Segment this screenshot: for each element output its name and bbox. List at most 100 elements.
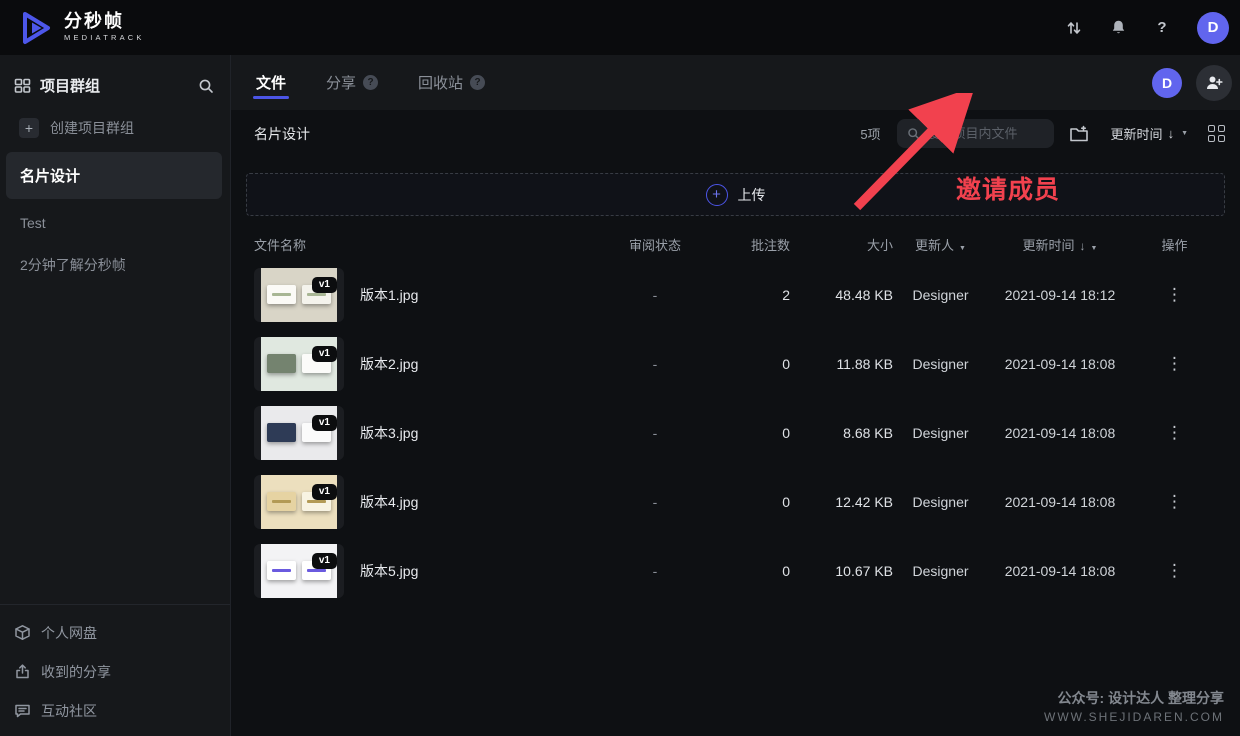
updated-by: Designer [893, 563, 988, 579]
comment-count: 0 [735, 563, 790, 579]
file-name[interactable]: 版本1.jpg [360, 285, 418, 305]
sidebar-title: 项目群组 [40, 75, 189, 96]
notifications-bell-icon[interactable] [1109, 19, 1127, 37]
file-thumbnail[interactable]: v1 [254, 268, 344, 322]
col-header-comments: 批注数 [735, 235, 790, 254]
comment-count: 0 [735, 356, 790, 372]
sidebar-item-tutorial[interactable]: 2分钟了解分秒帧 [0, 243, 230, 287]
row-actions-button[interactable]: ⋮ [1160, 423, 1189, 442]
brand-logo[interactable]: 分秒帧 MEDIATRACK [18, 10, 145, 46]
brand-logo-icon [18, 10, 54, 46]
search-icon[interactable] [198, 78, 214, 94]
file-name[interactable]: 版本2.jpg [360, 354, 418, 374]
cube-icon [14, 624, 31, 641]
thumbnail-image [261, 475, 337, 529]
tab-shares[interactable]: 分享 ? [326, 55, 378, 110]
search-icon [907, 127, 920, 140]
review-status: - [575, 494, 735, 510]
chevron-down-icon: ▼ [959, 245, 966, 252]
row-actions-button[interactable]: ⋮ [1160, 285, 1189, 304]
plus-circle-icon: + [706, 184, 728, 206]
version-badge: v1 [312, 346, 337, 362]
tab-trash[interactable]: 回收站 ? [418, 55, 485, 110]
table-row[interactable]: v1 版本1.jpg - 2 48.48 KB Designer 2021-09… [254, 260, 1217, 329]
col-header-time[interactable]: 更新时间↓▼ [988, 235, 1132, 254]
help-icon[interactable]: ? [1153, 19, 1171, 37]
sidebar: 项目群组 + 创建项目群组 名片设计 Test 2分钟了解分秒帧 个人网盘 收到… [0, 55, 231, 736]
chevron-down-icon: ▼ [1091, 245, 1098, 252]
upload-button[interactable]: + 上传 [246, 173, 1225, 216]
tabs-bar: 文件 分享 ? 回收站 ? D [231, 55, 1240, 110]
comment-count: 0 [735, 425, 790, 441]
user-avatar[interactable]: D [1197, 12, 1229, 44]
thumbnail-image [261, 406, 337, 460]
sidebar-item-test[interactable]: Test [0, 203, 230, 243]
add-person-icon [1205, 74, 1223, 92]
row-actions-button[interactable]: ⋮ [1160, 561, 1189, 580]
toolbar: 名片设计 5项 更新时间 ↓ ▼ [231, 110, 1240, 157]
file-size: 8.68 KB [790, 425, 893, 441]
sidebar-item-community[interactable]: 互动社区 [0, 691, 230, 730]
file-thumbnail[interactable]: v1 [254, 337, 344, 391]
review-status: - [575, 356, 735, 372]
comment-count: 0 [735, 494, 790, 510]
project-search[interactable] [897, 119, 1054, 148]
file-thumbnail[interactable]: v1 [254, 544, 344, 598]
brand-subtitle: MEDIATRACK [64, 34, 145, 42]
version-badge: v1 [312, 553, 337, 569]
table-row[interactable]: v1 版本5.jpg - 0 10.67 KB Designer 2021-09… [254, 536, 1217, 605]
table-row[interactable]: v1 版本3.jpg - 0 8.68 KB Designer 2021-09-… [254, 398, 1217, 467]
project-groups-icon [14, 77, 31, 94]
sidebar-item-personal-drive[interactable]: 个人网盘 [0, 613, 230, 652]
file-name[interactable]: 版本5.jpg [360, 561, 418, 581]
comment-count: 2 [735, 287, 790, 303]
help-badge-icon: ? [363, 75, 378, 90]
col-header-name: 文件名称 [254, 235, 575, 254]
sidebar-item-received-shares[interactable]: 收到的分享 [0, 652, 230, 691]
version-badge: v1 [312, 484, 337, 500]
grid-view-toggle[interactable] [1208, 125, 1226, 143]
chevron-down-icon: ▼ [1181, 130, 1188, 137]
file-size: 12.42 KB [790, 494, 893, 510]
main-content: 文件 分享 ? 回收站 ? D 名片设计 5项 [231, 55, 1240, 736]
table-row[interactable]: v1 版本2.jpg - 0 11.88 KB Designer 2021-09… [254, 329, 1217, 398]
updated-time: 2021-09-14 18:12 [988, 287, 1132, 303]
thumbnail-image [261, 337, 337, 391]
review-status: - [575, 287, 735, 303]
table-body: v1 版本1.jpg - 2 48.48 KB Designer 2021-09… [254, 260, 1217, 605]
table-row[interactable]: v1 版本4.jpg - 0 12.42 KB Designer 2021-09… [254, 467, 1217, 536]
chat-icon [14, 702, 31, 719]
col-header-actions: 操作 [1132, 235, 1217, 254]
row-actions-button[interactable]: ⋮ [1160, 354, 1189, 373]
file-name[interactable]: 版本4.jpg [360, 492, 418, 512]
updated-by: Designer [893, 356, 988, 372]
search-input[interactable] [927, 126, 1044, 141]
invite-member-button[interactable] [1196, 65, 1232, 101]
watermark: 公众号: 设计达人 整理分享 WWW.SHEJIDAREN.COM [1044, 688, 1224, 724]
thumbnail-image [261, 544, 337, 598]
updated-time: 2021-09-14 18:08 [988, 356, 1132, 372]
plus-icon: + [19, 118, 39, 138]
sort-direction-icon: ↓ [1080, 239, 1086, 253]
tab-files[interactable]: 文件 [256, 55, 286, 110]
share-icon [14, 663, 31, 680]
new-folder-button[interactable] [1069, 125, 1089, 143]
sort-selector[interactable]: 更新时间 ↓ ▼ [1111, 124, 1188, 143]
updated-by: Designer [893, 494, 988, 510]
row-actions-button[interactable]: ⋮ [1160, 492, 1189, 511]
col-header-updater[interactable]: 更新人▼ [893, 235, 988, 254]
col-header-review: 审阅状态 [575, 235, 735, 254]
sidebar-item-business-card-design[interactable]: 名片设计 [6, 152, 222, 199]
review-status: - [575, 563, 735, 579]
file-thumbnail[interactable]: v1 [254, 406, 344, 460]
table-header-row: 文件名称 审阅状态 批注数 大小 更新人▼ 更新时间↓▼ 操作 [254, 228, 1217, 260]
transfer-icon[interactable] [1065, 19, 1083, 37]
create-project-group-button[interactable]: + 创建项目群组 [0, 110, 230, 152]
updated-time: 2021-09-14 18:08 [988, 494, 1132, 510]
file-name[interactable]: 版本3.jpg [360, 423, 418, 443]
help-badge-icon: ? [470, 75, 485, 90]
file-thumbnail[interactable]: v1 [254, 475, 344, 529]
file-table: 文件名称 审阅状态 批注数 大小 更新人▼ 更新时间↓▼ 操作 v1 版本1.j… [254, 228, 1217, 605]
updated-time: 2021-09-14 18:08 [988, 425, 1132, 441]
member-avatar[interactable]: D [1152, 68, 1182, 98]
